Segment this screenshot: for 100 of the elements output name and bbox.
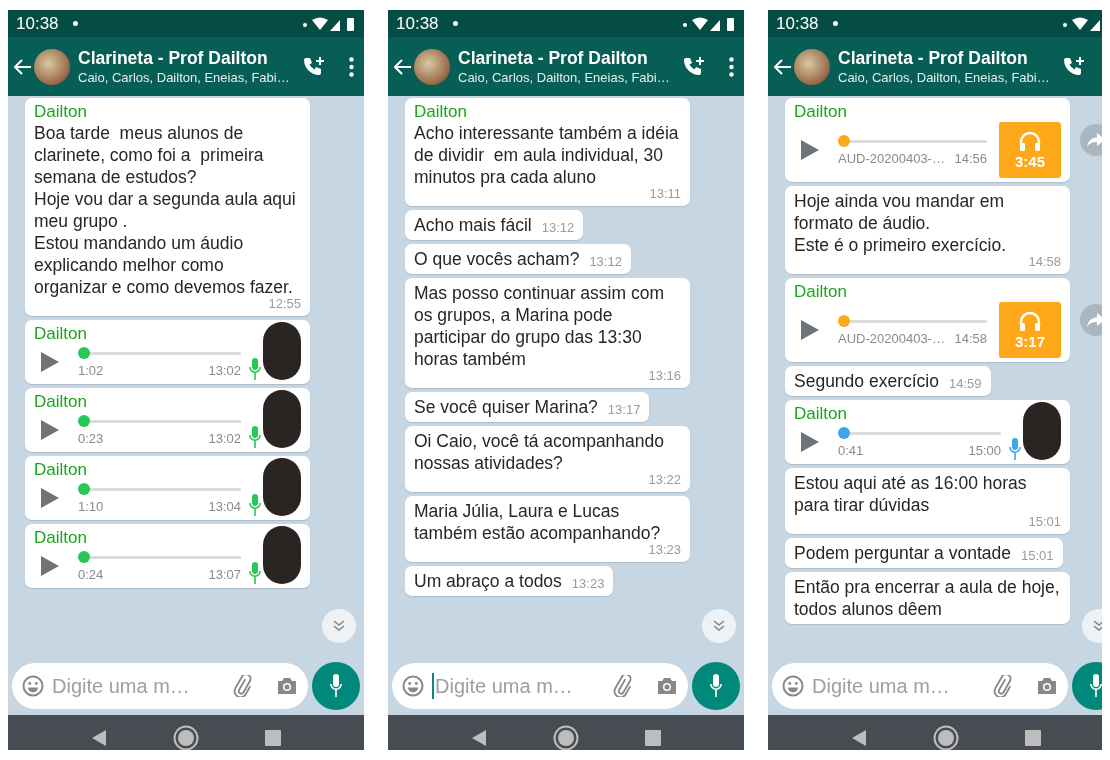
notification-dot-icon (72, 21, 78, 26)
message-time: 13:02 (208, 363, 241, 378)
more-options-icon[interactable] (349, 56, 354, 77)
more-options-icon[interactable] (729, 56, 734, 77)
file-name: AUD-20200403-… (838, 151, 945, 166)
message-time: 13:07 (208, 567, 241, 582)
microphone-icon (1089, 674, 1102, 698)
message-time: 15:01 (1020, 548, 1054, 564)
play-icon[interactable] (40, 487, 60, 509)
text-cursor (432, 673, 434, 699)
message-time: 13:17 (607, 402, 641, 418)
forward-arrow-icon (1087, 313, 1102, 327)
play-icon[interactable] (40, 351, 60, 373)
group-avatar[interactable] (414, 48, 450, 85)
progress-dot[interactable] (838, 427, 850, 439)
photo-placeholder (263, 322, 301, 380)
chevrons-down-icon (712, 619, 726, 633)
message-time: 14:58 (1028, 254, 1061, 270)
add-call-icon[interactable] (1063, 55, 1085, 78)
play-icon[interactable] (800, 139, 820, 161)
nav-back-icon[interactable] (91, 728, 107, 747)
sender-name: Dailton (34, 528, 87, 548)
emoji-icon[interactable] (22, 675, 44, 697)
message-text: Podem perguntar a vontade (794, 542, 1011, 564)
nav-home-icon[interactable] (933, 724, 959, 750)
play-icon[interactable] (800, 431, 820, 453)
message-time: 13:22 (648, 472, 681, 488)
message-text: Oi Caio, você tá acompanhando nossas atividades? (414, 430, 666, 474)
camera-icon[interactable] (1036, 676, 1058, 696)
back-arrow-icon[interactable] (394, 58, 412, 75)
message-time: 14:59 (948, 376, 982, 392)
progress-dot[interactable] (78, 483, 90, 495)
status-time: 10:38 (396, 13, 439, 34)
camera-icon[interactable] (656, 676, 678, 696)
progress-dot[interactable] (838, 315, 850, 327)
notification-dot-icon (832, 21, 838, 26)
audio-progress-track[interactable] (78, 482, 241, 496)
voice-record-button[interactable] (692, 662, 740, 710)
file-name: AUD-20200403-… (838, 331, 945, 346)
chat-title[interactable]: Clarineta - Prof Dailton (458, 47, 665, 69)
camera-icon[interactable] (276, 676, 298, 696)
paperclip-icon[interactable] (232, 675, 254, 697)
audio-progress-track[interactable] (838, 426, 1001, 440)
chat-title[interactable]: Clarineta - Prof Dailton (838, 47, 1045, 69)
sender-name: Dailton (794, 102, 847, 122)
nav-recents-icon[interactable] (645, 729, 661, 746)
progress-dot[interactable] (78, 415, 90, 427)
status-icons (302, 15, 356, 32)
paperclip-icon[interactable] (992, 675, 1014, 697)
chevrons-down-icon (1092, 619, 1102, 633)
photo-placeholder (263, 390, 301, 448)
group-avatar[interactable] (34, 48, 70, 85)
add-call-icon[interactable] (303, 55, 325, 78)
progress-dot[interactable] (78, 551, 90, 563)
nav-back-icon[interactable] (851, 728, 867, 747)
message-text: Hoje ainda vou mandar em formato de áudio. Este é o primeiro exercício. (794, 190, 1008, 256)
microphone-icon (329, 674, 343, 698)
status-icons (682, 15, 736, 32)
nav-home-icon[interactable] (173, 724, 199, 750)
nav-recents-icon[interactable] (1025, 729, 1041, 746)
play-icon[interactable] (40, 555, 60, 577)
play-icon[interactable] (40, 419, 60, 441)
nav-home-icon[interactable] (553, 724, 579, 750)
input-placeholder: Digite uma m… (435, 674, 573, 698)
microphone-icon (709, 674, 723, 698)
audio-progress-track[interactable] (78, 414, 241, 428)
nav-recents-icon[interactable] (265, 729, 281, 746)
message-time: 13:23 (648, 542, 681, 558)
audio-progress-track[interactable] (838, 134, 987, 148)
audio-progress-track[interactable] (838, 314, 987, 328)
chat-title[interactable]: Clarineta - Prof Dailton (78, 47, 285, 69)
message-time: 15:01 (1028, 514, 1061, 530)
scroll-down-button[interactable] (702, 609, 736, 643)
message-time: 13:12 (541, 220, 575, 236)
photo-placeholder (263, 458, 301, 516)
audio-duration: 0:23 (78, 431, 104, 446)
audio-progress-track[interactable] (78, 550, 241, 564)
back-arrow-icon[interactable] (774, 58, 792, 75)
emoji-icon[interactable] (402, 675, 424, 697)
sender-name: Dailton (794, 282, 847, 302)
message-time: 13:23 (571, 576, 605, 592)
sender-name: Dailton (34, 102, 87, 122)
nav-back-icon[interactable] (471, 728, 487, 747)
emoji-icon[interactable] (782, 675, 804, 697)
photo-placeholder (263, 526, 301, 584)
forward-arrow-icon (1087, 133, 1102, 147)
progress-dot[interactable] (78, 347, 90, 359)
message-text: Maria Júlia, Laura e Lucas também estão acompanhando? (414, 500, 662, 544)
paperclip-icon[interactable] (612, 675, 634, 697)
add-call-icon[interactable] (683, 55, 705, 78)
sender-name: Dailton (414, 102, 467, 122)
voice-record-button[interactable] (312, 662, 360, 710)
audio-progress-track[interactable] (78, 346, 241, 360)
play-icon[interactable] (800, 319, 820, 341)
progress-dot[interactable] (838, 135, 850, 147)
scroll-down-button[interactable] (322, 609, 356, 643)
audio-duration: 3:17 (1015, 332, 1045, 350)
back-arrow-icon[interactable] (14, 58, 32, 75)
status-time: 10:38 (16, 13, 59, 34)
group-avatar[interactable] (794, 48, 830, 85)
